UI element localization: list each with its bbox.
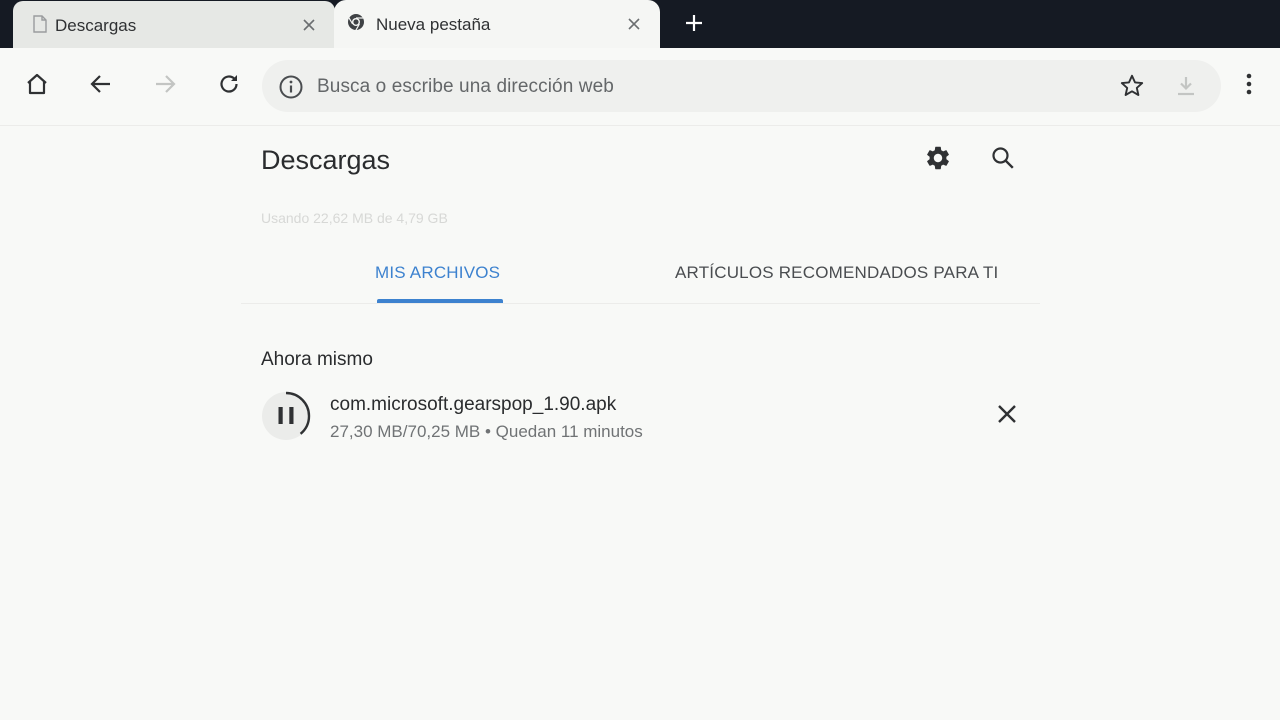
download-status: 27,30 MB/70,25 MB • Quedan 11 minutos: [330, 422, 643, 441]
back-button[interactable]: [85, 70, 117, 102]
download-file-name[interactable]: com.microsoft.gearspop_1.90.apk: [330, 394, 616, 416]
page-title: Descargas: [261, 145, 391, 175]
progress-ring: [261, 391, 311, 441]
arrow-left-icon: [89, 72, 113, 101]
pause-button[interactable]: [261, 391, 311, 441]
settings-button[interactable]: [922, 144, 954, 176]
tab-mis-archivos[interactable]: MIS ARCHIVOS: [375, 263, 500, 283]
page-icon: [31, 15, 49, 33]
plus-icon: [684, 13, 704, 38]
tab-articulos-recomendados[interactable]: ARTÍCULOS RECOMENDADOS PARA TI: [675, 263, 998, 283]
reload-button[interactable]: [213, 70, 245, 102]
menu-button[interactable]: [1236, 70, 1262, 102]
search-button[interactable]: [987, 144, 1019, 176]
arrow-right-icon: [153, 72, 177, 101]
toolbar: Busca o escribe una dirección web: [0, 48, 1280, 126]
section-label: Ahora mismo: [261, 349, 373, 370]
omnibox-placeholder[interactable]: Busca o escribe una dirección web: [317, 76, 614, 98]
download-item[interactable]: com.microsoft.gearspop_1.90.apk 27,30 MB…: [241, 380, 1040, 452]
storage-usage: Usando 22,62 MB de 4,79 GB: [261, 210, 448, 226]
home-button[interactable]: [21, 70, 53, 102]
reload-icon: [217, 72, 241, 101]
tab-title: Descargas: [55, 16, 137, 35]
chrome-icon: [347, 13, 365, 31]
forward-button[interactable]: [149, 70, 181, 102]
tab-nueva-pestana[interactable]: Nueva pestaña: [334, 0, 660, 48]
tab-strip: Descargas Nueva pestaña: [0, 0, 1280, 48]
close-icon[interactable]: [624, 14, 644, 34]
content-tabs: MIS ARCHIVOS ARTÍCULOS RECOMENDADOS PARA…: [241, 244, 1040, 304]
tab-title: Nueva pestaña: [376, 15, 491, 34]
download-icon[interactable]: [1173, 73, 1199, 99]
cancel-download-button[interactable]: [993, 402, 1021, 430]
home-icon: [24, 71, 50, 102]
close-icon: [996, 403, 1018, 430]
new-tab-button[interactable]: [680, 12, 708, 38]
info-icon[interactable]: [278, 74, 304, 100]
tab-indicator: [377, 299, 503, 303]
star-icon[interactable]: [1119, 73, 1145, 99]
omnibox[interactable]: Busca o escribe una dirección web: [262, 60, 1221, 112]
search-icon: [990, 145, 1016, 176]
more-vert-icon: [1246, 73, 1252, 100]
close-icon[interactable]: [299, 15, 319, 35]
tab-descargas[interactable]: Descargas: [13, 1, 335, 48]
gear-icon: [924, 144, 952, 177]
